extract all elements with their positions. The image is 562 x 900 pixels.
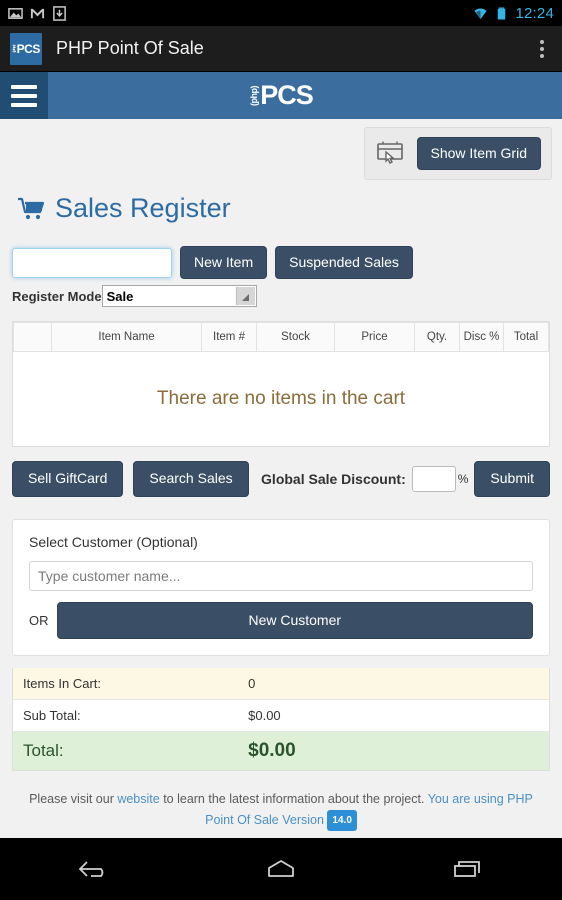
- hamburger-line: [11, 84, 37, 89]
- suspended-sales-button[interactable]: Suspended Sales: [275, 246, 413, 280]
- android-nav-bar: [0, 838, 562, 900]
- total-row: Total: $0.00: [13, 731, 549, 771]
- sell-giftcard-button[interactable]: Sell GiftCard: [12, 461, 124, 497]
- total-value: $0.00: [238, 731, 549, 771]
- overflow-menu-button[interactable]: [532, 34, 552, 64]
- global-discount-input[interactable]: [411, 466, 456, 493]
- cart-col-item-name: Item Name: [51, 322, 202, 353]
- home-icon[interactable]: [251, 849, 311, 889]
- new-item-button[interactable]: New Item: [180, 246, 268, 280]
- register-mode-label: Register Mode: [12, 288, 102, 304]
- site-logo[interactable]: (php) PCS: [221, 82, 341, 109]
- app-logo-icon: (php) PCS: [10, 32, 42, 65]
- subtotal-label: Sub Total:: [13, 699, 239, 733]
- cart-col-price: Price: [334, 322, 415, 353]
- cart-table: Item Name Item # Stock Price Qty. Disc %…: [13, 322, 549, 353]
- hamburger-icon[interactable]: [0, 72, 48, 119]
- cart-panel: Item Name Item # Stock Price Qty. Disc %…: [12, 321, 550, 448]
- subtotal-value: $0.00: [238, 699, 549, 733]
- item-grid-toolbar: Show Item Grid: [363, 127, 552, 181]
- overflow-dot: [540, 39, 544, 44]
- home-glyph: [268, 860, 294, 877]
- page-content: Show Item Grid Sales Register New Item S…: [0, 119, 562, 832]
- image-icon: [8, 7, 23, 19]
- register-mode-select[interactable]: Sale: [101, 285, 257, 308]
- device-screen: 12:24 (php) PCS PHP Point Of Sale (php) P…: [0, 0, 562, 900]
- cart-col-total: Total: [503, 322, 549, 353]
- site-logo-php-text: (php): [249, 85, 260, 106]
- android-status-bar: 12:24: [0, 0, 562, 26]
- hamburger-line: [11, 102, 37, 107]
- cart-col-stock: Stock: [256, 322, 335, 353]
- register-controls-row: New Item Suspended Sales: [0, 224, 562, 280]
- footer: Please visit our website to learn the la…: [0, 771, 562, 832]
- show-item-grid-button[interactable]: Show Item Grid: [416, 137, 541, 171]
- hamburger-line: [11, 93, 37, 98]
- status-clock: 12:24: [515, 4, 554, 22]
- customer-or-row: OR New Customer: [29, 601, 533, 640]
- item-scan-input[interactable]: [12, 247, 172, 278]
- cart-col-actions: [13, 322, 52, 353]
- page-title-text: Sales Register: [55, 193, 231, 223]
- submit-discount-button[interactable]: Submit: [474, 461, 550, 497]
- site-nav-bar: (php) PCS: [0, 72, 562, 119]
- register-mode-row: Register Mode Sale: [0, 279, 562, 308]
- site-logo-pcs-text: PCS: [260, 80, 314, 110]
- recents-glyph: [454, 861, 481, 877]
- app-title: PHP Point Of Sale: [56, 38, 204, 58]
- battery-icon: [498, 7, 506, 19]
- items-in-cart-label: Items In Cart:: [13, 668, 239, 701]
- footer-text-1: Please visit our: [29, 792, 118, 807]
- cart-col-qty: Qty.: [414, 322, 460, 353]
- app-logo-php-text: (php): [11, 44, 17, 53]
- status-system-icons: 12:24: [473, 5, 554, 22]
- total-label: Total:: [13, 731, 239, 771]
- back-arrow-glyph: [78, 861, 103, 877]
- cart-actions-row: Sell GiftCard Search Sales Global Sale D…: [0, 447, 562, 497]
- wifi-icon: [474, 7, 488, 19]
- customer-panel: Select Customer (Optional) OR New Custom…: [12, 518, 550, 657]
- global-discount-label: Global Sale Discount:: [261, 471, 406, 488]
- download-icon: [53, 5, 66, 21]
- search-sales-button[interactable]: Search Sales: [133, 461, 249, 497]
- totals-table: Items In Cart: 0 Sub Total: $0.00 Total:…: [13, 668, 549, 771]
- cart-col-disc: Disc %: [459, 322, 504, 353]
- overflow-dot: [540, 46, 544, 51]
- shopping-cart-icon: [18, 197, 45, 219]
- recents-icon[interactable]: [438, 849, 498, 889]
- app-bar: (php) PCS PHP Point Of Sale: [0, 26, 562, 72]
- new-customer-button[interactable]: New Customer: [56, 601, 533, 640]
- percent-symbol: %: [457, 472, 469, 487]
- item-grid-icon: [376, 141, 403, 165]
- customer-panel-title: Select Customer (Optional): [29, 533, 198, 550]
- website-link[interactable]: website: [117, 792, 159, 806]
- customer-name-input[interactable]: [29, 560, 533, 591]
- back-icon[interactable]: [64, 849, 124, 889]
- mail-icon: [30, 8, 45, 18]
- app-logo-pcs-text: PCS: [16, 41, 41, 56]
- chevron-down-icon: [235, 287, 255, 306]
- cart-col-item-number: Item #: [201, 322, 257, 353]
- status-notifications: [8, 5, 67, 21]
- version-badge: 14.0: [327, 810, 357, 832]
- items-in-cart-value: 0: [238, 668, 549, 701]
- subtotal-row: Sub Total: $0.00: [13, 699, 549, 733]
- totals-panel: Items In Cart: 0 Sub Total: $0.00 Total:…: [12, 668, 550, 772]
- cart-empty-message: There are no items in the cart: [13, 352, 549, 447]
- register-mode-value: Sale: [106, 288, 134, 304]
- items-in-cart-row: Items In Cart: 0: [13, 668, 549, 701]
- cart-header-row: Item Name Item # Stock Price Qty. Disc %…: [13, 322, 549, 353]
- overflow-dot: [540, 53, 544, 58]
- or-label: OR: [29, 612, 49, 628]
- footer-text-2: to learn the latest information about th…: [159, 792, 428, 807]
